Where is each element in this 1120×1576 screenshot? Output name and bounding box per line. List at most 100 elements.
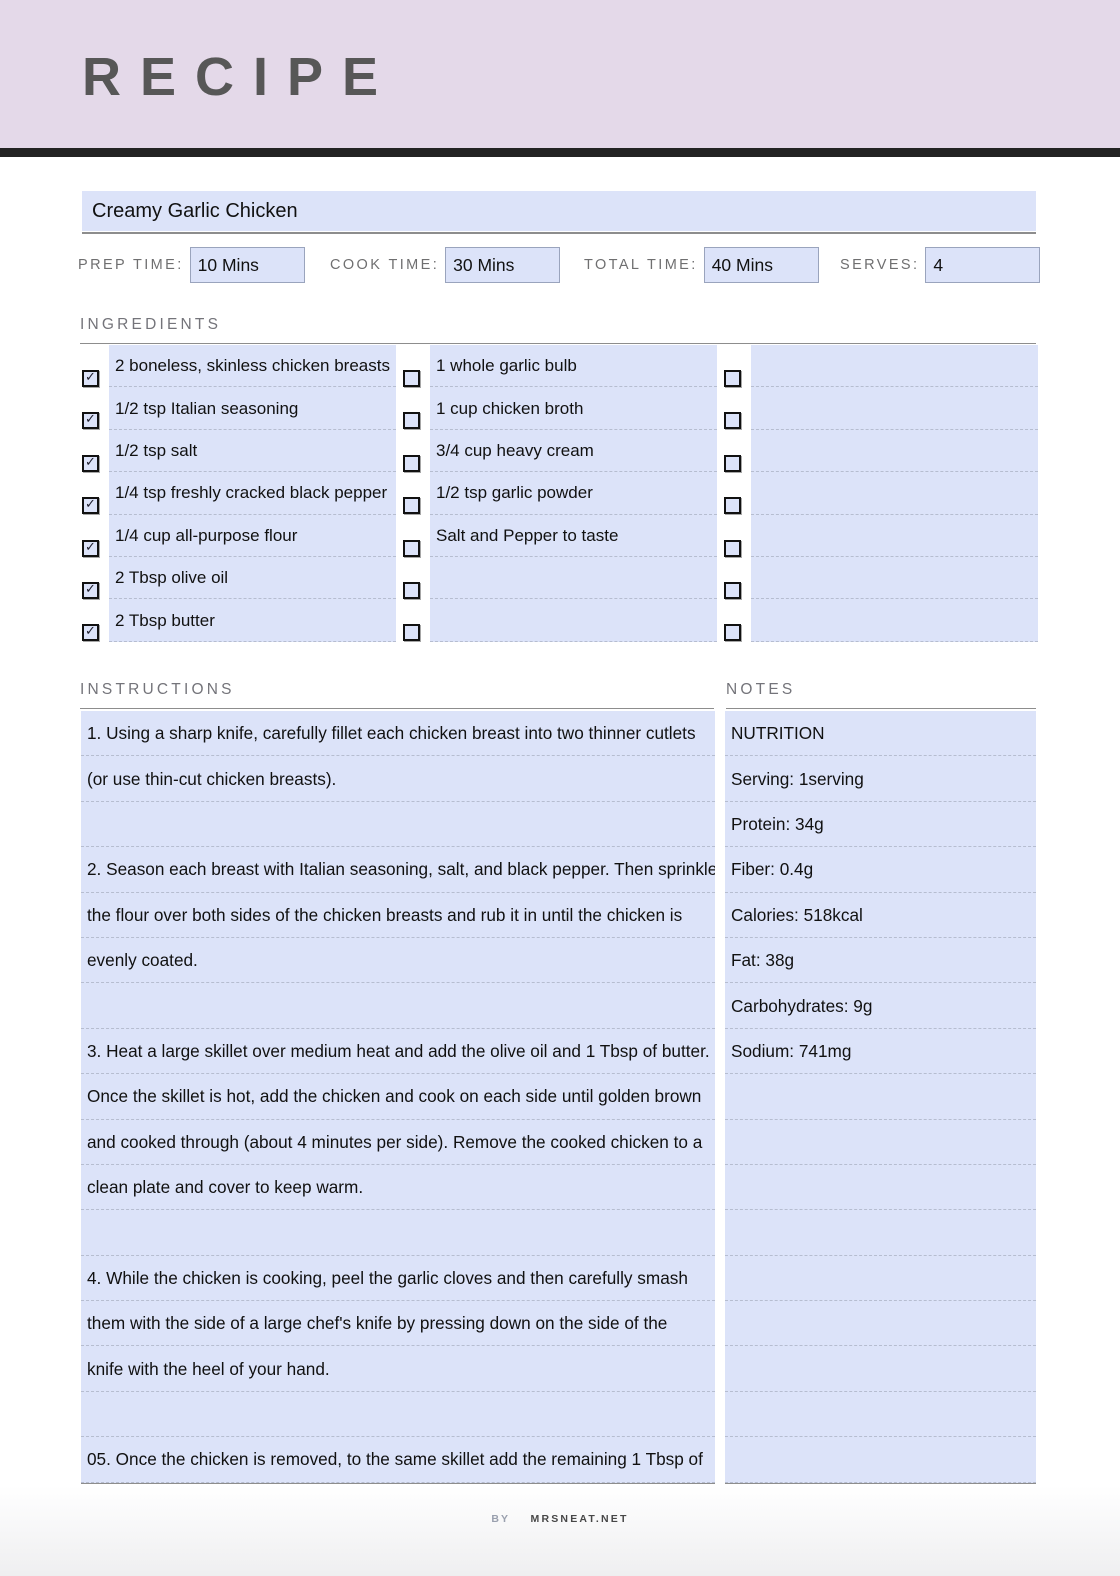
ingredient-input[interactable] [430,599,717,642]
note-line-input[interactable]: Sodium: 741mg [725,1028,1036,1075]
note-line-input[interactable]: Serving: 1serving [725,756,1036,802]
instruction-line-input[interactable]: 1. Using a sharp knife, carefully fillet… [81,711,715,757]
instruction-line-input[interactable]: clean plate and cover to keep warm. [81,1164,715,1211]
meta-label: COOK TIME: [330,257,440,273]
note-line-input[interactable]: Calories: 518kcal [725,892,1036,938]
meta-label: PREP TIME: [78,257,184,273]
note-line-input[interactable] [725,1119,1036,1165]
ingredient-input[interactable]: 1/2 tsp garlic powder [430,472,717,515]
instruction-line-input[interactable] [81,801,715,848]
ingredient-input[interactable] [751,345,1038,388]
checkbox-checked-icon[interactable]: ✓ [82,624,99,642]
ingredient-input[interactable]: Salt and Pepper to taste [430,514,717,557]
ingredient-row: ✓ Salt and Pepper to taste [399,514,717,557]
checkbox-checked-icon[interactable]: ✓ [82,581,99,599]
checkbox-unchecked-icon[interactable]: ✓ [403,454,420,472]
checkbox-unchecked-icon[interactable]: ✓ [403,370,420,387]
instruction-line-input[interactable]: Once the skillet is hot, add the chicken… [81,1074,715,1120]
checkbox-checked-icon[interactable]: ✓ [82,370,99,387]
notes-heading-rule [726,708,1036,709]
meta-value-input[interactable]: 10 Mins [189,247,305,283]
instruction-line-input[interactable]: and cooked through (about 4 minutes per … [81,1119,715,1165]
ingredient-input[interactable] [751,472,1038,515]
note-line-input[interactable]: Carbohydrates: 9g [725,983,1036,1029]
checkbox-unchecked-icon[interactable]: ✓ [724,624,741,642]
checkbox-unchecked-icon[interactable]: ✓ [403,539,420,557]
note-line-input[interactable] [725,1346,1036,1392]
instruction-line-input[interactable]: 2. Season each breast with Italian seaso… [81,847,715,893]
ingredients-grid: ✓ 2 boneless, skinless chicken breasts ✓ 1/… [78,345,1038,642]
instruction-line-input[interactable] [81,983,715,1029]
instruction-line-input[interactable]: them with the side of a large chef's kni… [81,1301,715,1347]
ingredient-input[interactable]: 1 cup chicken broth [430,387,717,430]
note-line-input[interactable] [725,1074,1036,1120]
note-line-input[interactable] [725,1391,1036,1438]
note-line-input[interactable] [725,1164,1036,1211]
ingredient-input[interactable]: 1/2 tsp Italian seasoning [109,387,396,430]
ingredient-input[interactable] [751,556,1038,600]
note-line-input[interactable]: Protein: 34g [725,801,1036,848]
checkbox-unchecked-icon[interactable]: ✓ [724,581,741,599]
instruction-line-input[interactable]: knife with the heel of your hand. [81,1346,715,1392]
checkbox-checked-icon[interactable]: ✓ [82,539,99,557]
ingredient-input[interactable]: 1/2 tsp salt [109,429,396,473]
footer-brand: MRSNEAT.NET [530,1513,629,1525]
instruction-line-input[interactable] [81,1391,715,1438]
checkbox-unchecked-icon[interactable]: ✓ [403,412,420,430]
ingredient-row: ✓ 1/4 cup all-purpose flour [78,514,396,557]
checkbox-unchecked-icon[interactable]: ✓ [724,539,741,557]
ingredient-input[interactable]: 2 Tbsp butter [109,599,396,642]
note-line-input[interactable] [725,1437,1036,1483]
ingredient-input[interactable]: 1/4 cup all-purpose flour [109,514,396,557]
ingredient-input[interactable] [430,556,717,600]
ingredient-input[interactable] [751,514,1038,557]
recipe-name-input[interactable]: Creamy Garlic Chicken [82,191,1036,231]
checkbox-unchecked-icon[interactable]: ✓ [724,454,741,472]
ingredient-row: ✓ 1/4 tsp freshly cracked black pepper [78,472,396,515]
meta-value-input[interactable]: 40 Mins [703,247,819,283]
ingredient-underline [751,640,1038,642]
ingredient-row: ✓ 2 Tbsp butter [78,599,396,642]
instruction-line-input[interactable]: evenly coated. [81,937,715,984]
instruction-line-input[interactable] [81,1210,715,1256]
check-icon: ✓ [85,624,96,640]
checkbox-unchecked-icon[interactable]: ✓ [724,370,741,387]
notes-heading: NOTES [726,681,796,698]
checkbox-unchecked-icon[interactable]: ✓ [724,497,741,515]
instruction-line-input[interactable]: 4. While the chicken is cooking, peel th… [81,1255,715,1302]
checkbox-unchecked-icon[interactable]: ✓ [724,412,741,430]
note-line-input[interactable] [725,1301,1036,1347]
ingredient-input[interactable]: 2 boneless, skinless chicken breasts [109,345,396,388]
footer-by-label: BY [491,1513,510,1525]
recipe-name-underline [82,232,1036,234]
instruction-line-input[interactable]: 05. Once the chicken is removed, to the … [81,1437,715,1483]
note-line-input[interactable]: NUTRITION [725,711,1036,757]
ingredient-input[interactable]: 3/4 cup heavy cream [430,429,717,473]
note-line-input[interactable]: Fat: 38g [725,937,1036,984]
ingredient-input[interactable] [751,429,1038,473]
meta-value-input[interactable]: 30 Mins [445,247,561,283]
note-line-input[interactable]: Fiber: 0.4g [725,847,1036,893]
ingredients-column-3: ✓ ✓ ✓ ✓ ✓ ✓ ✓ [720,345,1038,642]
recipe-page: RECIPE Creamy Garlic Chicken PREP TIME: 1… [0,0,1120,1576]
checkbox-unchecked-icon[interactable]: ✓ [403,581,420,599]
recipe-name-field-wrap[interactable]: Creamy Garlic Chicken [82,191,1036,231]
instruction-line-input[interactable]: 3. Heat a large skillet over medium heat… [81,1028,715,1075]
check-icon: ✓ [85,412,96,428]
ingredient-input[interactable] [751,599,1038,642]
note-line-input[interactable] [725,1255,1036,1302]
ingredient-input[interactable] [751,387,1038,430]
ingredients-heading-rule [80,343,1036,344]
instruction-line-input[interactable]: the flour over both sides of the chicken… [81,892,715,938]
checkbox-unchecked-icon[interactable]: ✓ [403,497,420,515]
ingredient-input[interactable]: 1/4 tsp freshly cracked black pepper [109,472,396,515]
checkbox-checked-icon[interactable]: ✓ [82,497,99,515]
checkbox-unchecked-icon[interactable]: ✓ [403,624,420,642]
ingredient-input[interactable]: 2 Tbsp olive oil [109,556,396,600]
meta-value-input[interactable]: 4 [925,247,1041,283]
checkbox-checked-icon[interactable]: ✓ [82,412,99,430]
note-line-input[interactable] [725,1210,1036,1256]
ingredient-input[interactable]: 1 whole garlic bulb [430,345,717,388]
checkbox-checked-icon[interactable]: ✓ [82,454,99,472]
instruction-line-input[interactable]: (or use thin-cut chicken breasts). [81,756,715,802]
